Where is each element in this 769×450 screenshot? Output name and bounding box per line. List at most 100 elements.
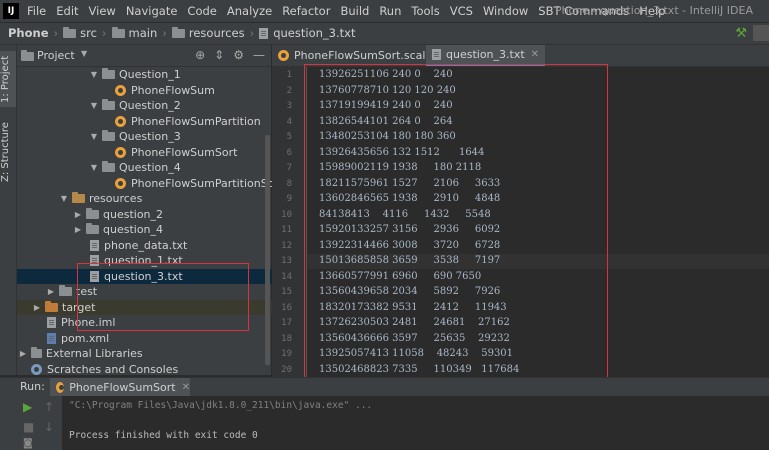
menu-refactor[interactable]: Refactor xyxy=(282,4,330,18)
breadcrumb-separator: › xyxy=(101,26,107,40)
tab-label: PhoneFlowSumSort.scala xyxy=(294,49,433,62)
menu-build[interactable]: Build xyxy=(340,4,369,18)
scratches-icon xyxy=(31,363,42,375)
excluded-folder-icon xyxy=(45,300,58,312)
folder-icon xyxy=(63,26,77,38)
menu-file[interactable]: File xyxy=(27,4,46,18)
breadcrumb-separator: › xyxy=(249,26,255,40)
line-number: 3 xyxy=(286,101,292,111)
project-header-icons: ⊕ ⇕ ⚙ — xyxy=(195,48,265,62)
scala-object-icon xyxy=(115,115,126,127)
menu-run[interactable]: Run xyxy=(379,4,401,18)
line-number: 18 xyxy=(281,334,292,344)
stop-icon[interactable]: ■ xyxy=(23,420,34,434)
chevron-down-icon[interactable]: ▼ xyxy=(81,49,87,58)
line-number: 4 xyxy=(286,117,292,127)
menu-analyze[interactable]: Analyze xyxy=(227,4,272,18)
run-tab-label: PhoneFlowSumSort xyxy=(69,380,176,394)
tree-item-label: resources xyxy=(89,192,143,205)
scala-object-icon xyxy=(56,381,65,393)
tree-item-label: Question_1 xyxy=(119,68,181,81)
run-config-icon[interactable] xyxy=(753,25,769,41)
menu-view[interactable]: View xyxy=(89,4,116,18)
annotation-box-file xyxy=(77,263,249,331)
line-number: 10 xyxy=(281,210,292,220)
project-panel-title[interactable]: Project xyxy=(37,49,75,62)
close-icon[interactable]: ✕ xyxy=(182,382,190,393)
chevron-right-icon[interactable]: ▶ xyxy=(73,210,83,219)
tree-item-label: PhoneFlowSumSort xyxy=(131,145,238,159)
tab-structure[interactable]: Z: Structure xyxy=(0,117,16,187)
package-folder-icon xyxy=(102,99,115,110)
text-file-icon xyxy=(90,239,99,251)
tab-phoneflowsumsort-scala[interactable]: PhoneFlowSumSort.scala ✕ xyxy=(278,45,447,66)
tab-label: question_3.txt xyxy=(446,48,525,61)
tree-item-external-libraries[interactable]: ▶ External Libraries xyxy=(17,346,272,361)
menu-code[interactable]: Code xyxy=(187,4,216,18)
line-number: 6 xyxy=(286,148,292,158)
intellij-logo-icon: IJ xyxy=(3,3,19,19)
package-folder-icon xyxy=(102,68,115,79)
build-hammer-icon[interactable]: ⚒ xyxy=(735,26,747,41)
menu-navigate[interactable]: Navigate xyxy=(126,4,178,18)
tree-item-label: PhoneFlowSumPartition xyxy=(131,114,261,128)
line-number: 2 xyxy=(286,86,292,96)
close-icon[interactable]: ✕ xyxy=(531,49,539,60)
line-number: 20 xyxy=(281,365,292,375)
chevron-down-icon[interactable]: ▼ xyxy=(89,101,99,110)
up-arrow-icon[interactable]: ↑ xyxy=(44,400,54,414)
maven-file-icon xyxy=(47,332,56,344)
tree-item-label: PhoneFlowSumPartitionSort xyxy=(131,176,284,190)
chevron-right-icon[interactable]: ▶ xyxy=(73,225,83,234)
run-console[interactable]: "C:\Program Files\Java\jdk1.8.0_211\bin\… xyxy=(63,396,769,450)
window-title: Phone - question_3.txt - IntelliJ IDEA xyxy=(554,4,753,17)
tree-item-label: pom.xml xyxy=(61,331,110,345)
tree-item-label: Question_3 xyxy=(119,130,181,143)
scala-object-icon xyxy=(278,50,289,61)
tab-question-3-txt[interactable]: question_3.txt ✕ xyxy=(426,45,546,66)
line-number: 16 xyxy=(281,303,292,313)
hide-icon[interactable]: — xyxy=(253,48,265,62)
tree-item-label: Scratches and Consoles xyxy=(47,362,179,376)
tree-item-label: phone_data.txt xyxy=(104,238,188,252)
chevron-right-icon[interactable]: ▶ xyxy=(32,303,42,312)
camera-icon[interactable]: ◙ xyxy=(23,438,33,449)
breadcrumb-file[interactable]: question_3.txt xyxy=(273,26,355,40)
chevron-down-icon[interactable]: ▼ xyxy=(89,163,99,172)
menu-window[interactable]: Window xyxy=(483,4,528,18)
menu-tools[interactable]: Tools xyxy=(411,4,439,18)
locate-target-icon[interactable]: ⊕ xyxy=(195,48,205,62)
chevron-right-icon[interactable]: ▶ xyxy=(46,287,56,296)
folder-icon xyxy=(59,285,72,296)
package-folder-icon xyxy=(102,130,115,141)
annotation-box-content xyxy=(304,64,608,418)
run-tab-phoneflowsumsort[interactable]: PhoneFlowSumSort ✕ xyxy=(50,378,190,396)
chevron-down-icon[interactable]: ▼ xyxy=(89,70,99,79)
line-number: 13 xyxy=(281,256,292,266)
chevron-down-icon[interactable]: ▼ xyxy=(59,194,69,203)
folder-icon xyxy=(86,223,99,234)
rerun-icon[interactable]: ▶ xyxy=(23,400,32,414)
menu-vcs[interactable]: VCS xyxy=(450,4,473,18)
breadcrumb-main[interactable]: main xyxy=(129,26,158,40)
scala-object-icon xyxy=(115,177,126,189)
menu-edit[interactable]: Edit xyxy=(56,4,78,18)
tab-project[interactable]: 1: Project xyxy=(0,51,16,107)
line-number: 7 xyxy=(286,163,292,173)
gear-icon[interactable]: ⚙ xyxy=(233,48,244,62)
project-scrollbar[interactable] xyxy=(265,135,270,365)
chevron-down-icon[interactable]: ▼ xyxy=(89,132,99,141)
collapse-all-icon[interactable]: ⇕ xyxy=(214,48,224,62)
line-number: 17 xyxy=(281,318,292,328)
resources-folder-icon xyxy=(72,192,85,203)
down-arrow-icon[interactable]: ↓ xyxy=(44,420,54,434)
chevron-right-icon[interactable]: ▶ xyxy=(18,349,28,358)
tree-item-scratches[interactable]: Scratches and Consoles xyxy=(17,362,285,377)
text-file-icon xyxy=(432,49,441,60)
project-folder-icon xyxy=(21,50,34,61)
line-number: 8 xyxy=(286,179,292,189)
breadcrumb-project[interactable]: Phone xyxy=(8,26,49,40)
tree-item-pom-xml[interactable]: pom.xml xyxy=(17,331,301,346)
breadcrumb-resources[interactable]: resources xyxy=(189,26,245,40)
breadcrumb-src[interactable]: src xyxy=(80,26,97,40)
